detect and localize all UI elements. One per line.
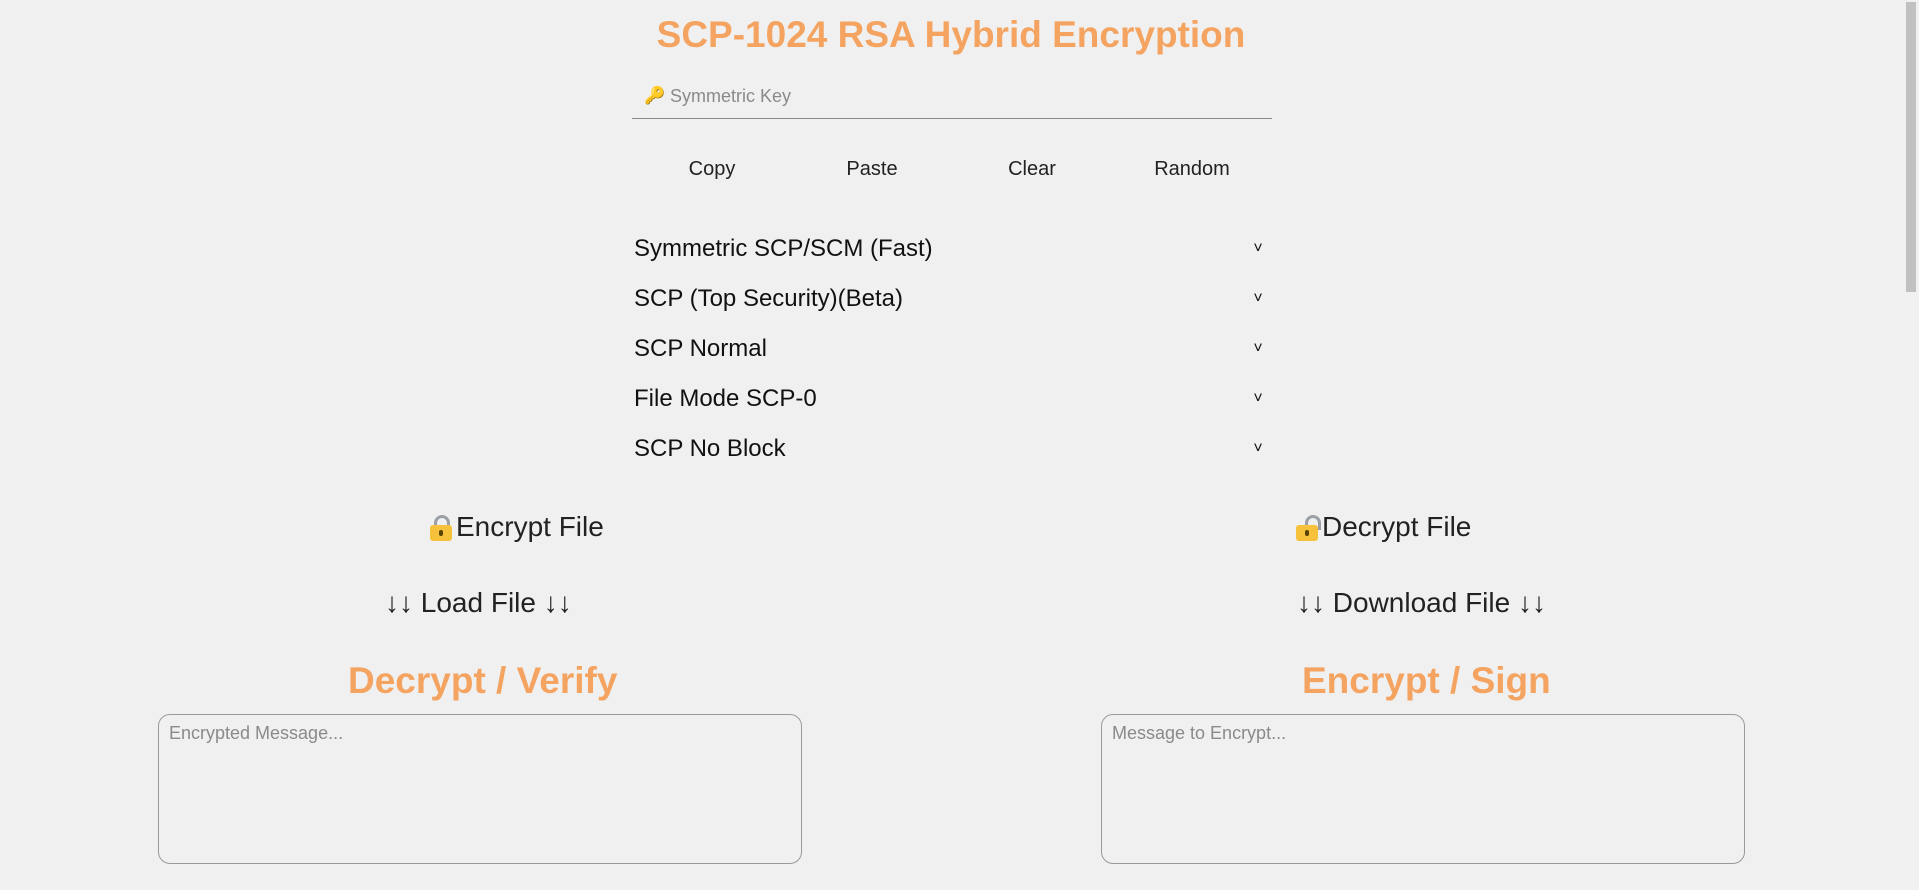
chevron-down-icon: ˅: [1253, 240, 1263, 257]
menu-item-label: File Mode SCP-0: [634, 385, 817, 412]
menu-item-label: SCP No Block: [634, 435, 786, 462]
scrollbar-thumb[interactable]: [1906, 2, 1916, 292]
lock-icon: [430, 515, 452, 541]
page-title: SCP-1024 RSA Hybrid Encryption: [656, 14, 1246, 55]
download-file-button[interactable]: ↓↓ Download File ↓↓: [1297, 587, 1546, 619]
chevron-down-icon: ˅: [1253, 440, 1263, 457]
mode-menu: Symmetric SCP/SCM (Fast) ˅ SCP (Top Secu…: [632, 224, 1272, 474]
decrypt-file-label: Decrypt File: [1322, 511, 1472, 542]
menu-item-label: SCP (Top Security)(Beta): [634, 285, 903, 312]
vertical-scrollbar[interactable]: [1902, 0, 1919, 890]
symmetric-key-field: 🔑: [632, 74, 1272, 119]
encrypted-message-input[interactable]: [158, 714, 802, 864]
key-button-row: Copy Paste Clear Random: [632, 148, 1272, 190]
random-button[interactable]: Random: [1112, 148, 1272, 190]
menu-item-scp-normal[interactable]: SCP Normal ˅: [632, 324, 1272, 374]
menu-item-symmetric-scp-scm[interactable]: Symmetric SCP/SCM (Fast) ˅: [632, 224, 1272, 274]
menu-item-scp-no-block[interactable]: SCP No Block ˅: [632, 424, 1272, 474]
page: SCP-1024 RSA Hybrid Encryption 🔑 Copy Pa…: [0, 0, 1919, 890]
encrypt-file-button[interactable]: Encrypt File: [430, 511, 604, 543]
decrypt-file-button[interactable]: Decrypt File: [1296, 511, 1471, 543]
unlock-icon: [1296, 515, 1321, 541]
clear-button[interactable]: Clear: [952, 148, 1112, 190]
chevron-down-icon: ˅: [1253, 340, 1263, 357]
encrypt-file-label: Encrypt File: [456, 511, 604, 542]
load-file-button[interactable]: ↓↓ Load File ↓↓: [385, 587, 572, 619]
copy-button[interactable]: Copy: [632, 148, 792, 190]
message-to-encrypt-input[interactable]: [1101, 714, 1745, 864]
symmetric-key-input[interactable]: [670, 85, 1272, 107]
key-icon: 🔑: [644, 86, 666, 105]
decrypt-section-title: Decrypt / Verify: [348, 660, 618, 701]
menu-item-file-mode-scp-0[interactable]: File Mode SCP-0 ˅: [632, 374, 1272, 424]
chevron-down-icon: ˅: [1253, 290, 1263, 307]
encrypt-section-title: Encrypt / Sign: [1302, 660, 1551, 701]
paste-button[interactable]: Paste: [792, 148, 952, 190]
menu-item-scp-top-security[interactable]: SCP (Top Security)(Beta) ˅: [632, 274, 1272, 324]
chevron-down-icon: ˅: [1253, 390, 1263, 407]
menu-item-label: SCP Normal: [634, 335, 767, 362]
menu-item-label: Symmetric SCP/SCM (Fast): [634, 235, 933, 262]
